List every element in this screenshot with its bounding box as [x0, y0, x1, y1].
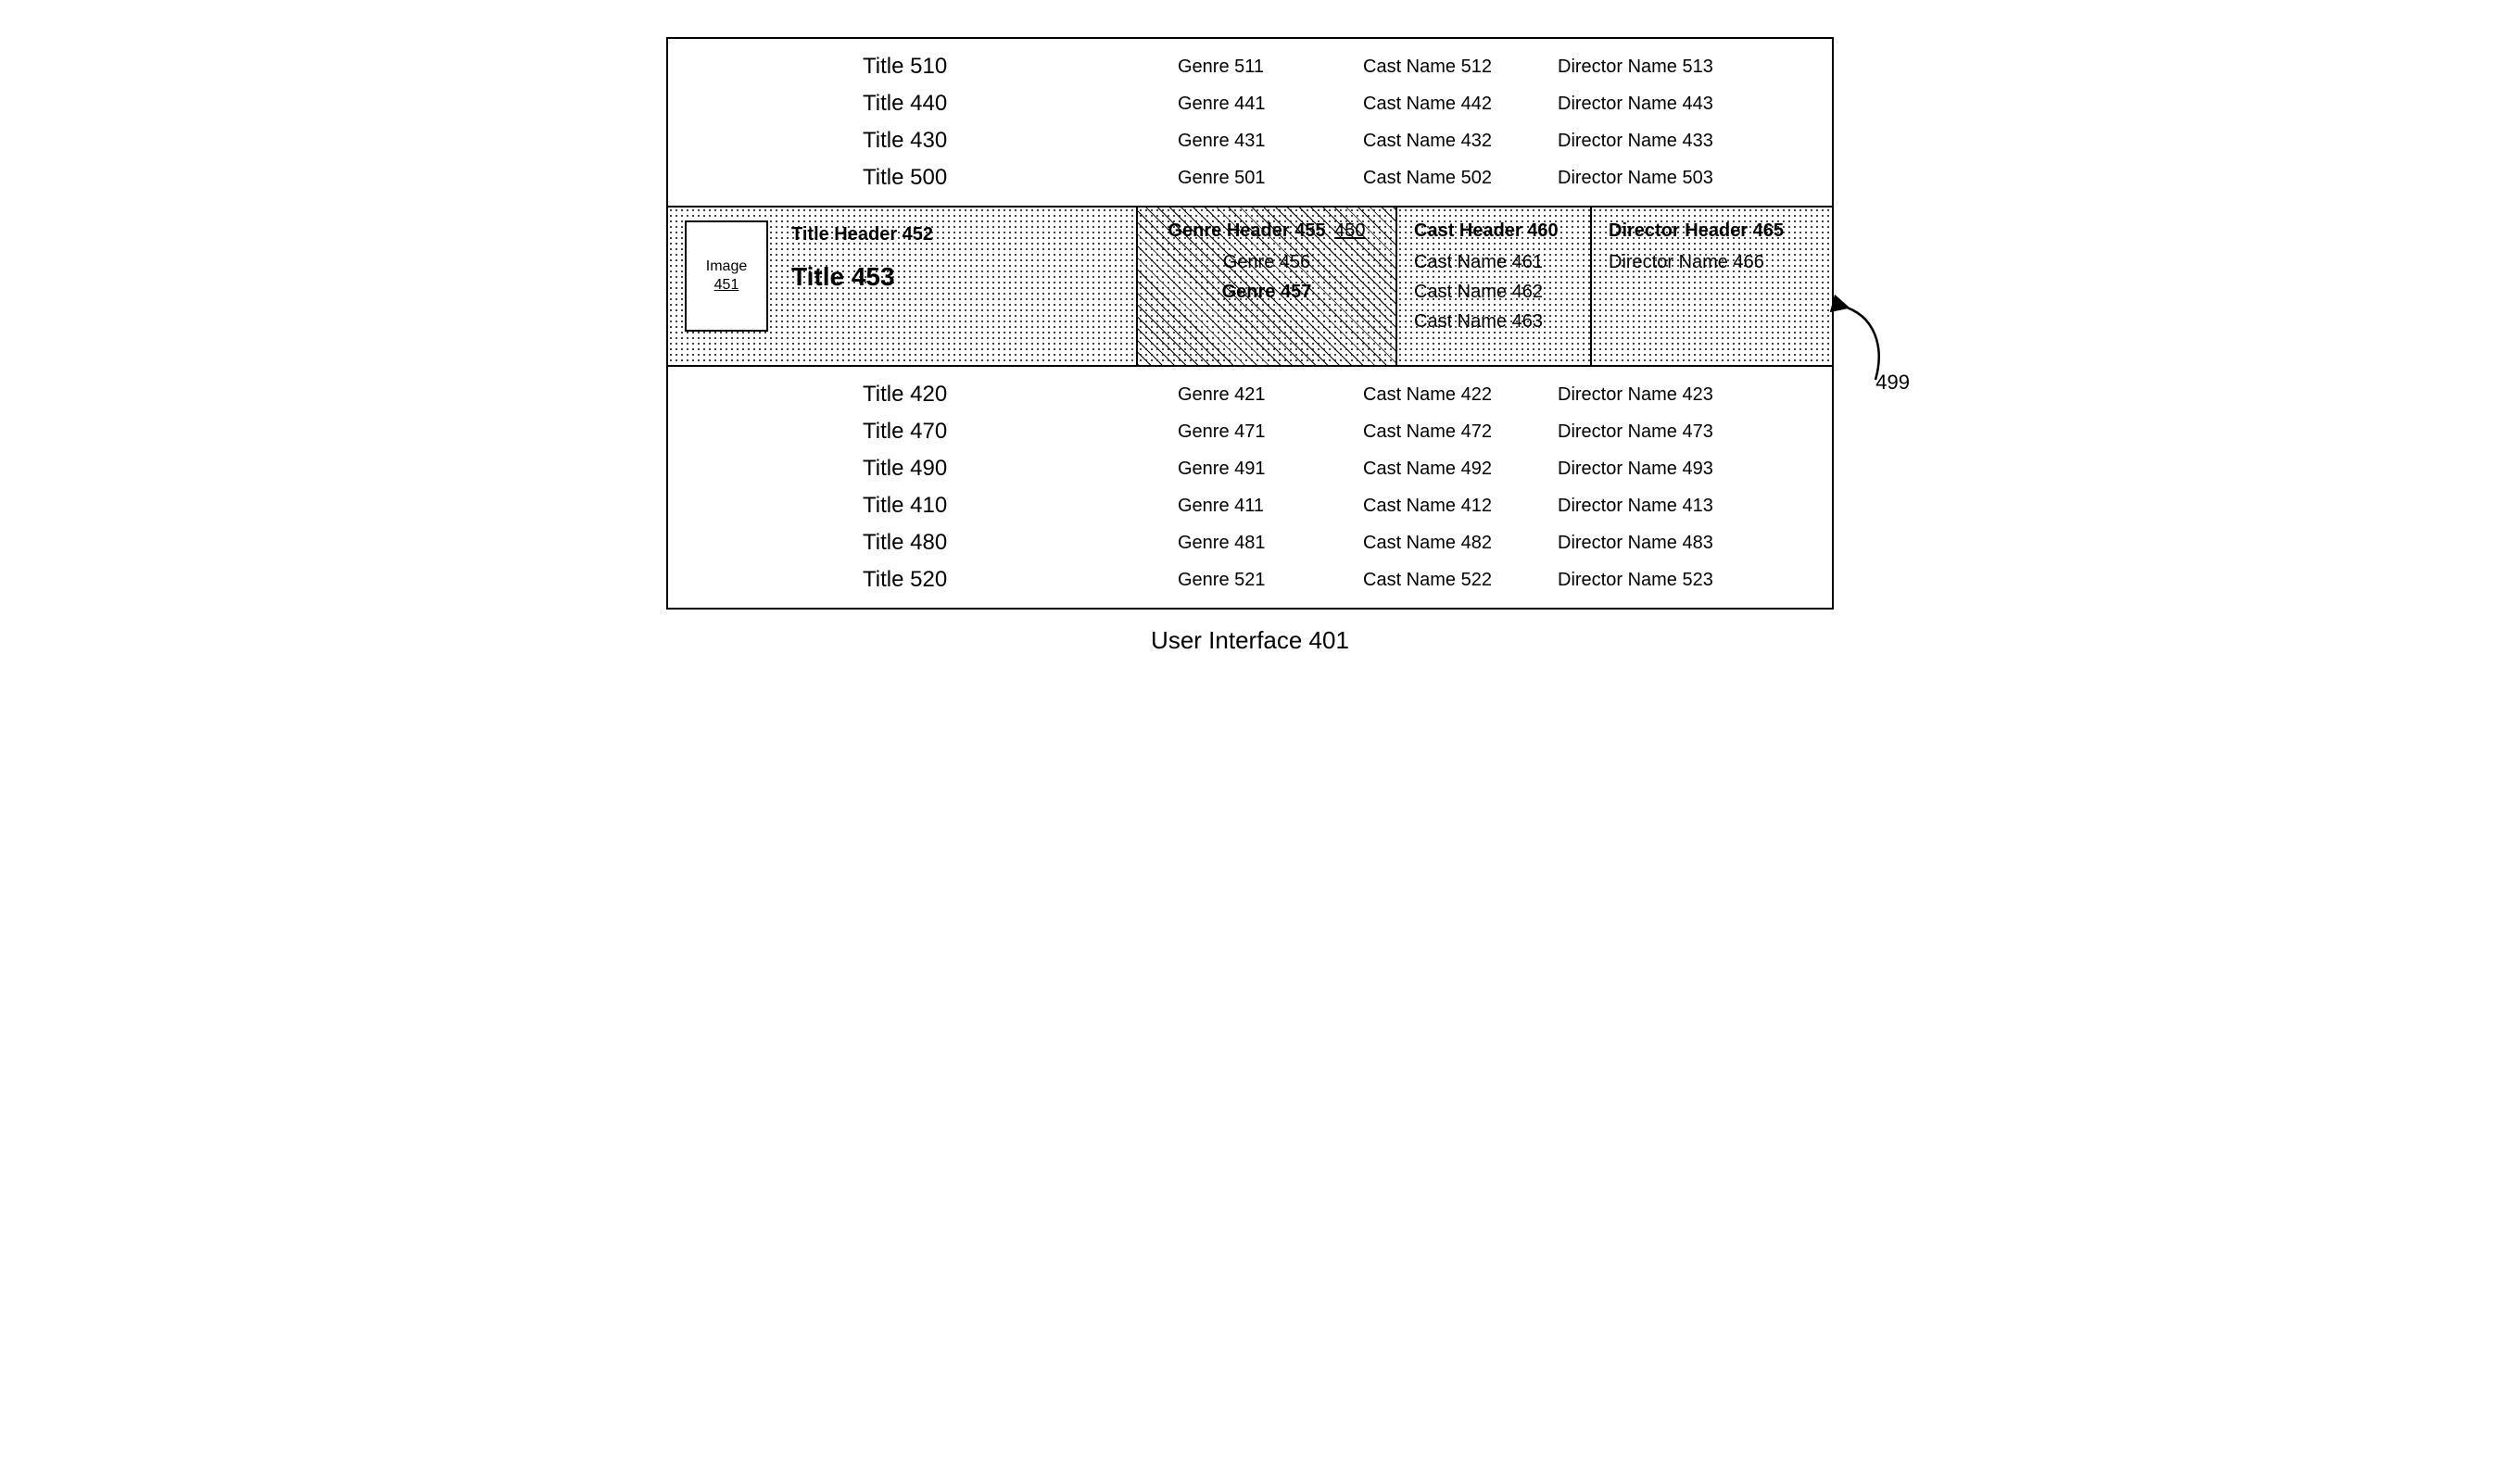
expanded-cast-cell: Cast Header 460 Cast Name 461Cast Name 4…	[1395, 208, 1590, 365]
row-genre: Genre 521	[1178, 570, 1363, 591]
figure-caption: User Interface 401	[666, 626, 1834, 655]
row-title: Title 500	[863, 165, 1178, 191]
row-director: Director Name 423	[1558, 384, 1832, 406]
row-genre: Genre 431	[1178, 131, 1363, 152]
row-cast: Cast Name 442	[1363, 94, 1558, 115]
result-row[interactable]: Title 470Genre 471Cast Name 472Director …	[668, 413, 1832, 450]
cast-value[interactable]: Cast Name 461	[1414, 247, 1573, 277]
results-top-group: Title 510Genre 511Cast Name 512Director …	[668, 39, 1832, 206]
row-title: Title 420	[863, 382, 1178, 408]
row-genre: Genre 511	[1178, 57, 1363, 78]
row-genre: Genre 441	[1178, 94, 1363, 115]
result-row[interactable]: Title 480Genre 481Cast Name 482Director …	[668, 524, 1832, 561]
row-director: Director Name 523	[1558, 570, 1832, 591]
expanded-title: Title 453	[791, 262, 933, 292]
row-director: Director Name 473	[1558, 421, 1832, 443]
result-row[interactable]: Title 490Genre 491Cast Name 492Director …	[668, 450, 1832, 487]
row-director: Director Name 503	[1558, 168, 1832, 189]
row-cast: Cast Name 482	[1363, 533, 1558, 554]
row-title: Title 410	[863, 493, 1178, 519]
expanded-row: Image 451 Title Header 452 Title 453 Gen…	[668, 206, 1832, 365]
row-genre: Genre 411	[1178, 496, 1363, 517]
row-director: Director Name 483	[1558, 533, 1832, 554]
expanded-director-cell: Director Header 465 Director Name 466	[1590, 208, 1832, 365]
expanded-title-cell: Image 451 Title Header 452 Title 453	[668, 208, 1136, 365]
genre-value[interactable]: Genre 457	[1155, 277, 1379, 307]
cast-value[interactable]: Cast Name 463	[1414, 307, 1573, 336]
results-bottom-group: Title 420Genre 421Cast Name 422Director …	[668, 365, 1832, 608]
row-cast: Cast Name 472	[1363, 421, 1558, 443]
row-genre: Genre 481	[1178, 533, 1363, 554]
row-title: Title 440	[863, 91, 1178, 117]
row-cast: Cast Name 492	[1363, 459, 1558, 480]
result-row[interactable]: Title 510Genre 511Cast Name 512Director …	[668, 48, 1832, 85]
image-placeholder-ref: 451	[714, 276, 739, 295]
row-title: Title 470	[863, 419, 1178, 445]
director-header: Director Header 465	[1609, 220, 1815, 242]
row-title: Title 490	[863, 456, 1178, 482]
row-cast: Cast Name 422	[1363, 384, 1558, 406]
image-placeholder: Image 451	[685, 220, 768, 332]
genre-header: Genre Header 455 450	[1155, 220, 1379, 242]
cast-value[interactable]: Cast Name 462	[1414, 277, 1573, 307]
row-title: Title 510	[863, 54, 1178, 80]
row-cast: Cast Name 432	[1363, 131, 1558, 152]
result-row[interactable]: Title 520Genre 521Cast Name 522Director …	[668, 561, 1832, 598]
callout-label-499: 499	[1875, 371, 1910, 395]
row-title: Title 430	[863, 128, 1178, 154]
row-director: Director Name 433	[1558, 131, 1832, 152]
row-cast: Cast Name 412	[1363, 496, 1558, 517]
row-title: Title 480	[863, 530, 1178, 556]
genre-value[interactable]: Genre 456	[1155, 247, 1379, 277]
result-row[interactable]: Title 420Genre 421Cast Name 422Director …	[668, 376, 1832, 413]
result-row[interactable]: Title 440Genre 441Cast Name 442Director …	[668, 85, 1832, 122]
row-director: Director Name 513	[1558, 57, 1832, 78]
row-cast: Cast Name 502	[1363, 168, 1558, 189]
row-director: Director Name 493	[1558, 459, 1832, 480]
row-cast: Cast Name 512	[1363, 57, 1558, 78]
ui-frame: Title 510Genre 511Cast Name 512Director …	[666, 37, 1834, 610]
cast-header: Cast Header 460	[1414, 220, 1573, 242]
expanded-genre-cell: Genre Header 455 450 Genre 456Genre 457	[1136, 208, 1395, 365]
result-row[interactable]: Title 500Genre 501Cast Name 502Director …	[668, 159, 1832, 196]
title-header-label: Title Header 452	[791, 224, 933, 245]
row-title: Title 520	[863, 567, 1178, 593]
image-placeholder-label: Image	[706, 258, 747, 276]
director-value[interactable]: Director Name 466	[1609, 247, 1815, 277]
row-genre: Genre 421	[1178, 384, 1363, 406]
row-genre: Genre 471	[1178, 421, 1363, 443]
result-row[interactable]: Title 410Genre 411Cast Name 412Director …	[668, 487, 1832, 524]
row-genre: Genre 491	[1178, 459, 1363, 480]
row-director: Director Name 443	[1558, 94, 1832, 115]
row-director: Director Name 413	[1558, 496, 1832, 517]
row-cast: Cast Name 522	[1363, 570, 1558, 591]
result-row[interactable]: Title 430Genre 431Cast Name 432Director …	[668, 122, 1832, 159]
row-genre: Genre 501	[1178, 168, 1363, 189]
